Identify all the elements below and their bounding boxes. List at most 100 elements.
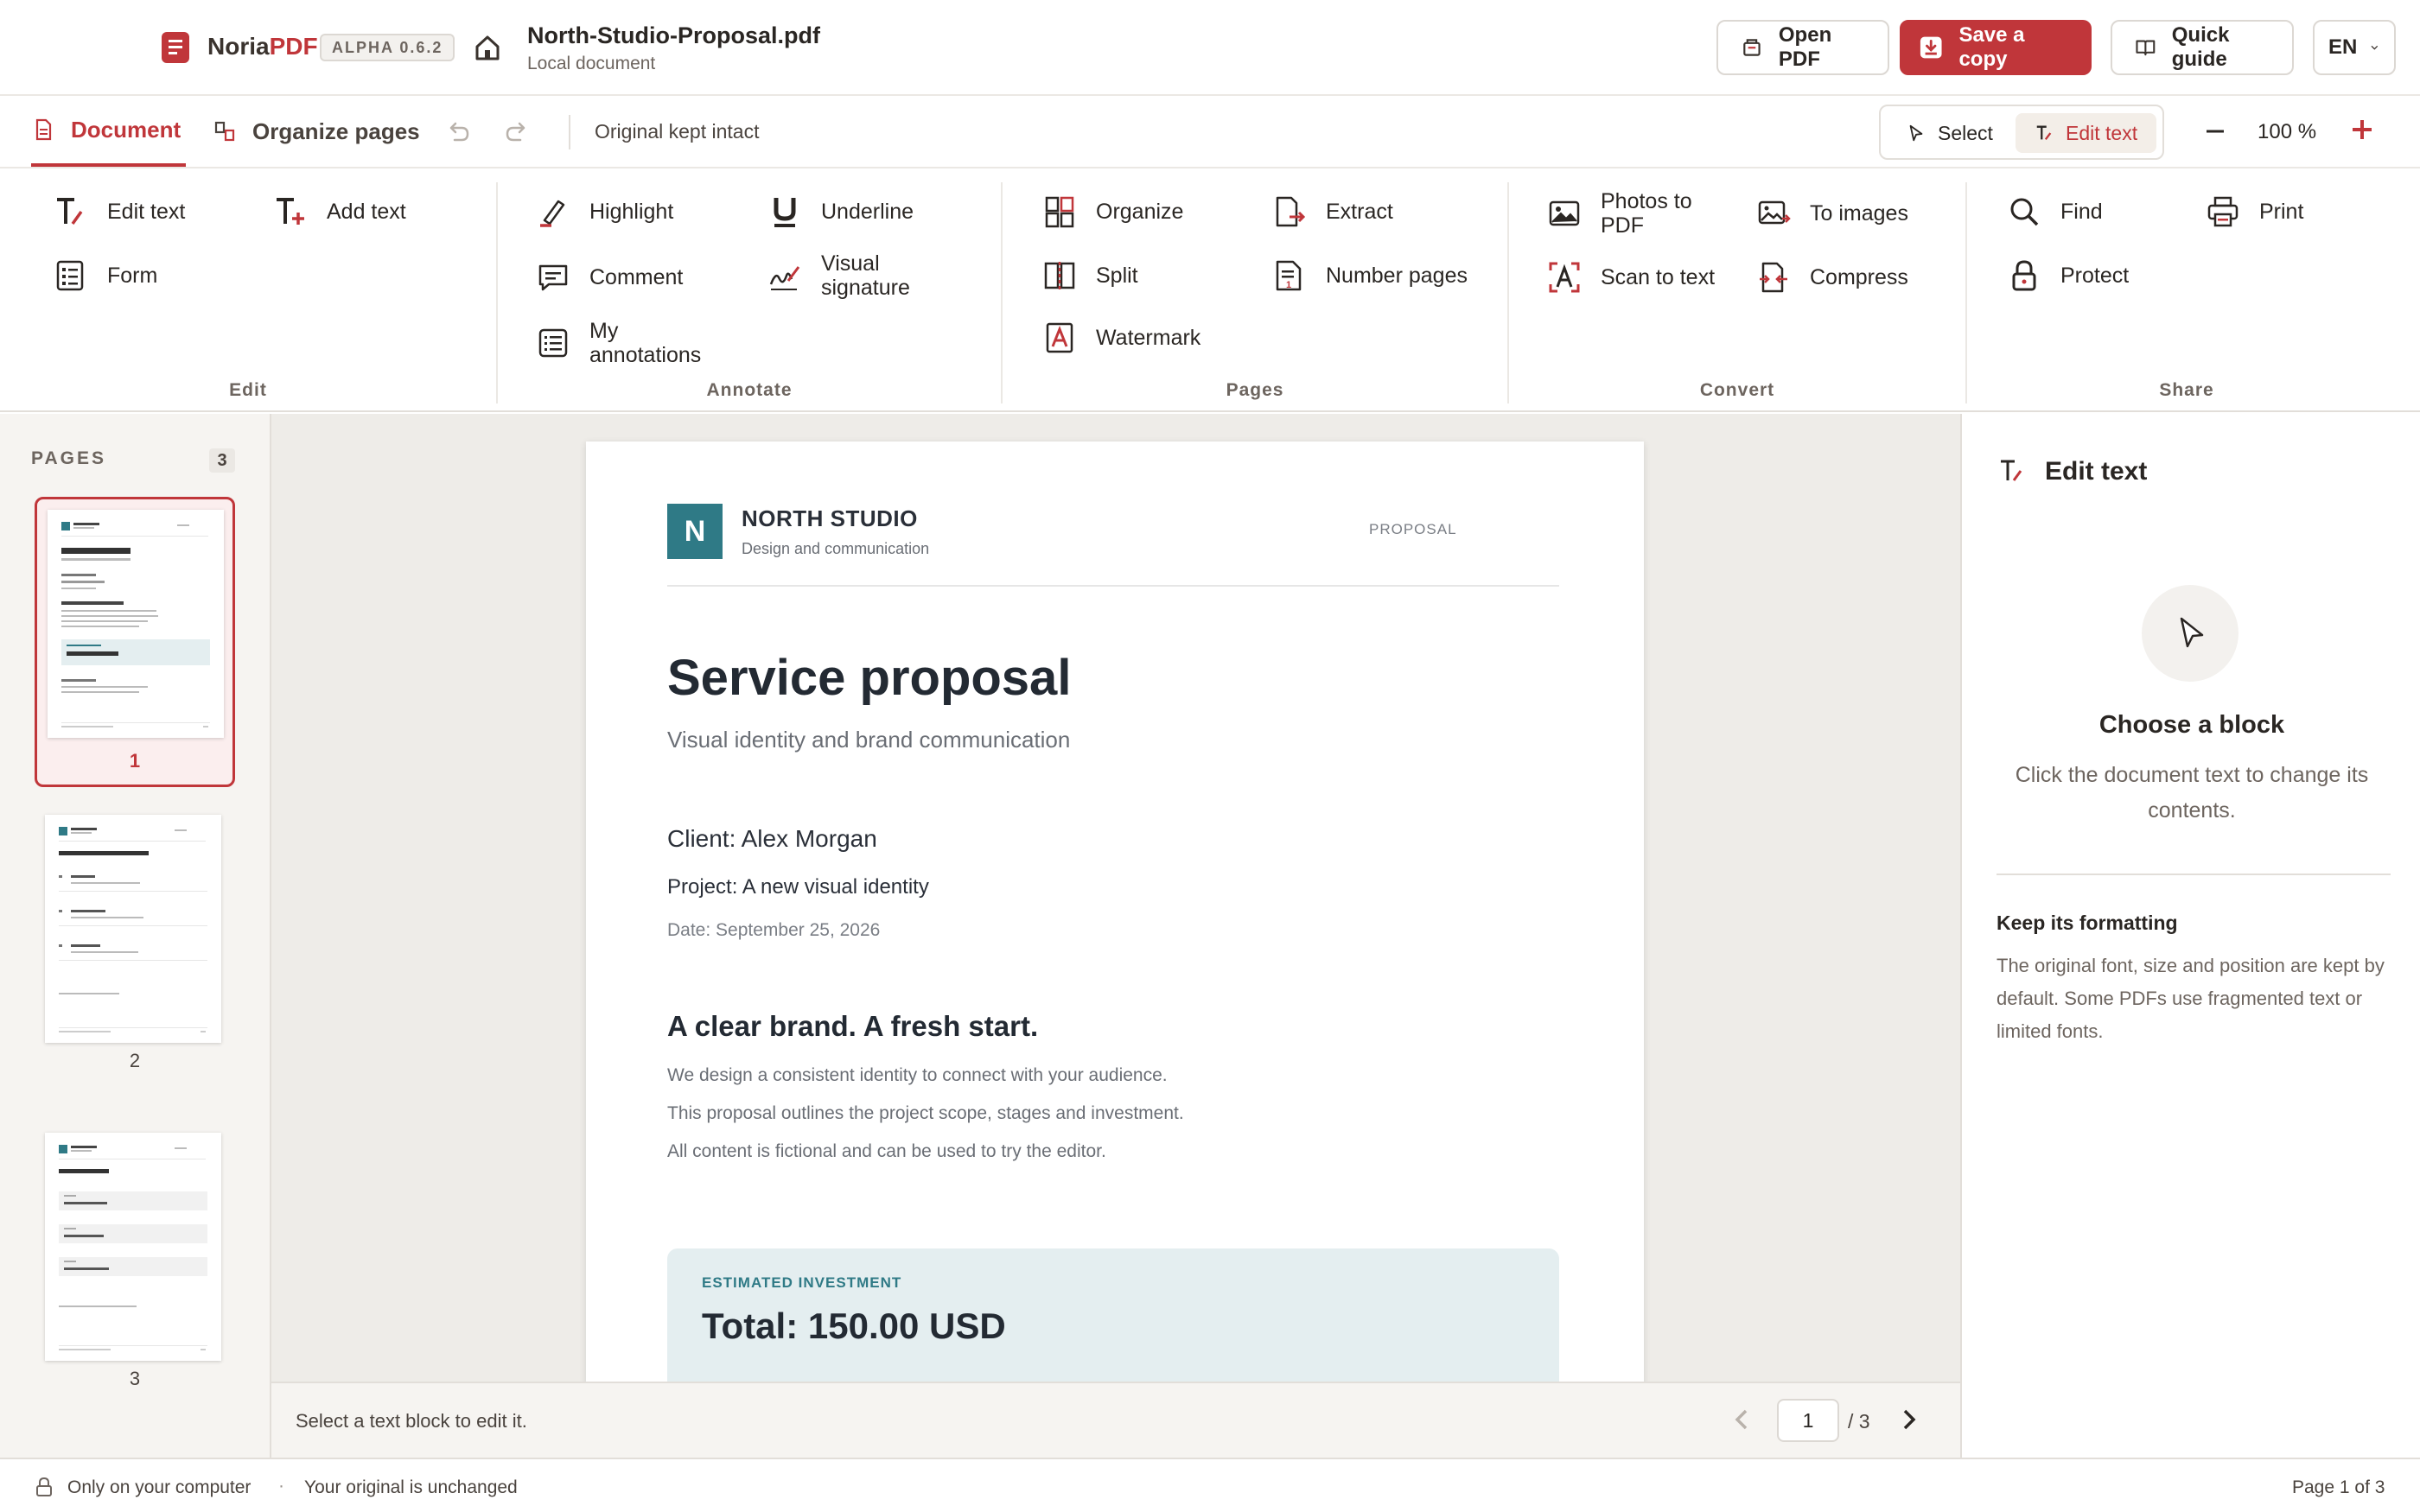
save-copy-button[interactable]: Save a copy [1900, 20, 2092, 75]
search-icon [2010, 198, 2039, 226]
visual-signature-tool[interactable]: Visual signature [767, 251, 910, 300]
page-thumbnail-2[interactable]: 2 [35, 815, 235, 1074]
thumbnail-preview [45, 1133, 221, 1361]
compress-label: Compress [1810, 265, 1908, 289]
underline-label: Underline [821, 200, 914, 224]
edit-text-mode-label: Edit text [2066, 121, 2138, 144]
comment-tool[interactable]: Comment [536, 260, 683, 295]
previous-page-icon[interactable] [1729, 1406, 1754, 1433]
edit-text-tool[interactable]: Edit text [54, 194, 185, 229]
project-line[interactable]: Project: A new visual identity [667, 875, 929, 899]
page-thumbnail-3[interactable]: 3 [35, 1133, 235, 1392]
page-heading[interactable]: Service proposal [667, 649, 1071, 707]
pages-sidebar: PAGES 3 1 2 3 [0, 414, 271, 1458]
open-pdf-label: Open PDF [1778, 23, 1832, 71]
ribbon-group-edit: Edit [229, 380, 267, 400]
save-copy-label: Save a copy [1958, 23, 2025, 71]
body-line[interactable]: This proposal outlines the project scope… [667, 1103, 1184, 1124]
visual-signature-label-line2: signature [821, 276, 910, 300]
tab-organize-pages[interactable]: Organize pages [213, 96, 420, 167]
page-thumbnail-1[interactable]: 1 [35, 497, 235, 787]
my-annotations-label-line2: annotations [589, 343, 702, 367]
thumbnail-number: 3 [129, 1368, 141, 1389]
photos-to-pdf-tool[interactable]: Photos to PDF [1547, 189, 1692, 238]
split-icon [1044, 262, 1075, 289]
language-value: EN [2328, 35, 2358, 59]
protect-tool[interactable]: Protect [2007, 258, 2129, 293]
edit-text-mode-button[interactable]: Edit text [2016, 113, 2157, 153]
visual-signature-label-line1: Visual [821, 251, 880, 276]
document-label[interactable]: PROPOSAL [1369, 521, 1457, 538]
underline-tool[interactable]: Underline [767, 194, 914, 229]
document-icon [35, 118, 52, 141]
tab-document[interactable]: Document [31, 96, 187, 167]
to-images-icon [1758, 200, 1791, 225]
thumbnail-number: 1 [129, 750, 141, 772]
select-mode-button[interactable]: Select [1888, 113, 2012, 153]
open-pdf-button[interactable]: Open PDF [1716, 20, 1889, 75]
zoom-level: 100 % [2258, 120, 2317, 143]
compress-icon [1760, 262, 1787, 293]
page-number-input[interactable]: 1 [1777, 1399, 1839, 1442]
split-tool[interactable]: Split [1042, 258, 1138, 293]
body-line[interactable]: We design a consistent identity to conne… [667, 1065, 1168, 1086]
thumbnail-number: 2 [129, 1050, 141, 1071]
home-icon[interactable] [472, 33, 503, 62]
original-status: Your original is unchanged [304, 1477, 518, 1497]
cursor-illustration [2142, 585, 2238, 682]
add-text-tool[interactable]: Add text [273, 194, 406, 229]
highlighter-icon [540, 200, 565, 227]
scan-to-text-label: Scan to text [1601, 265, 1716, 289]
investment-label[interactable]: ESTIMATED INVESTMENT [702, 1274, 901, 1292]
scan-to-text-tool[interactable]: Scan to text [1547, 260, 1715, 295]
date-line[interactable]: Date: September 25, 2026 [667, 920, 880, 941]
quick-guide-button[interactable]: Quick guide [2111, 20, 2294, 75]
divider [569, 115, 570, 149]
company-tagline[interactable]: Design and communication [742, 540, 929, 558]
extract-icon [1276, 196, 1306, 227]
canvas-footer: Select a text block to edit it. 1 / 3 [271, 1382, 1960, 1458]
organize-icon [1045, 196, 1074, 228]
page-subheading[interactable]: Visual identity and brand communication [667, 727, 1070, 753]
extract-tool[interactable]: Extract [1272, 194, 1393, 229]
to-images-tool[interactable]: To images [1756, 196, 1908, 231]
section-title[interactable]: A clear brand. A fresh start. [667, 1010, 1038, 1043]
print-tool[interactable]: Print [2206, 194, 2303, 229]
image-icon [1549, 200, 1580, 226]
compress-tool[interactable]: Compress [1756, 260, 1908, 295]
organize-tool[interactable]: Organize [1042, 194, 1183, 229]
properties-panel: Edit text Choose a block Click the docum… [1960, 414, 2420, 1458]
photos-to-pdf-label: Photos to PDF [1601, 189, 1692, 238]
next-page-icon[interactable] [1896, 1406, 1922, 1433]
photos-to-pdf-label-line2: PDF [1601, 213, 1644, 238]
form-label: Form [107, 264, 158, 288]
undo-icon[interactable] [444, 119, 472, 145]
highlight-tool[interactable]: Highlight [536, 194, 673, 229]
organize-label: Organize [1096, 200, 1184, 224]
form-tool[interactable]: Form [54, 258, 157, 293]
redo-icon[interactable] [503, 119, 531, 145]
my-annotations-tool[interactable]: My annotations [536, 319, 701, 367]
pdf-page: N NORTH STUDIO Design and communication … [586, 442, 1644, 1382]
open-file-icon [1743, 39, 1761, 56]
document-title: North-Studio-Proposal.pdf [527, 22, 820, 48]
find-label: Find [2060, 200, 2103, 224]
client-line[interactable]: Client: Alex Morgan [667, 825, 877, 853]
watermark-tool[interactable]: Watermark [1042, 321, 1200, 355]
edit-hint: Select a text block to edit it. [296, 1410, 527, 1432]
mode-switch: Select Edit text [1879, 105, 2164, 160]
company-name[interactable]: NORTH STUDIO [742, 505, 918, 532]
page-info: Page 1 of 3 [2292, 1477, 2385, 1497]
visual-signature-label: Visual signature [821, 251, 910, 300]
original-status: Original kept intact [595, 120, 760, 143]
zoom-in-icon[interactable] [2347, 115, 2377, 144]
language-select[interactable]: EN [2313, 20, 2396, 75]
body-line[interactable]: All content is fictional and can be used… [667, 1141, 1106, 1162]
add-text-label: Add text [327, 200, 406, 224]
find-tool[interactable]: Find [2007, 194, 2103, 229]
zoom-out-icon[interactable] [2200, 117, 2230, 146]
keep-formatting-body: The original font, size and position are… [1996, 955, 2385, 1042]
header-rule [667, 585, 1559, 587]
investment-total[interactable]: Total: 150.00 USD [702, 1306, 1006, 1347]
number-pages-tool[interactable]: 1 Number pages [1272, 258, 1468, 293]
